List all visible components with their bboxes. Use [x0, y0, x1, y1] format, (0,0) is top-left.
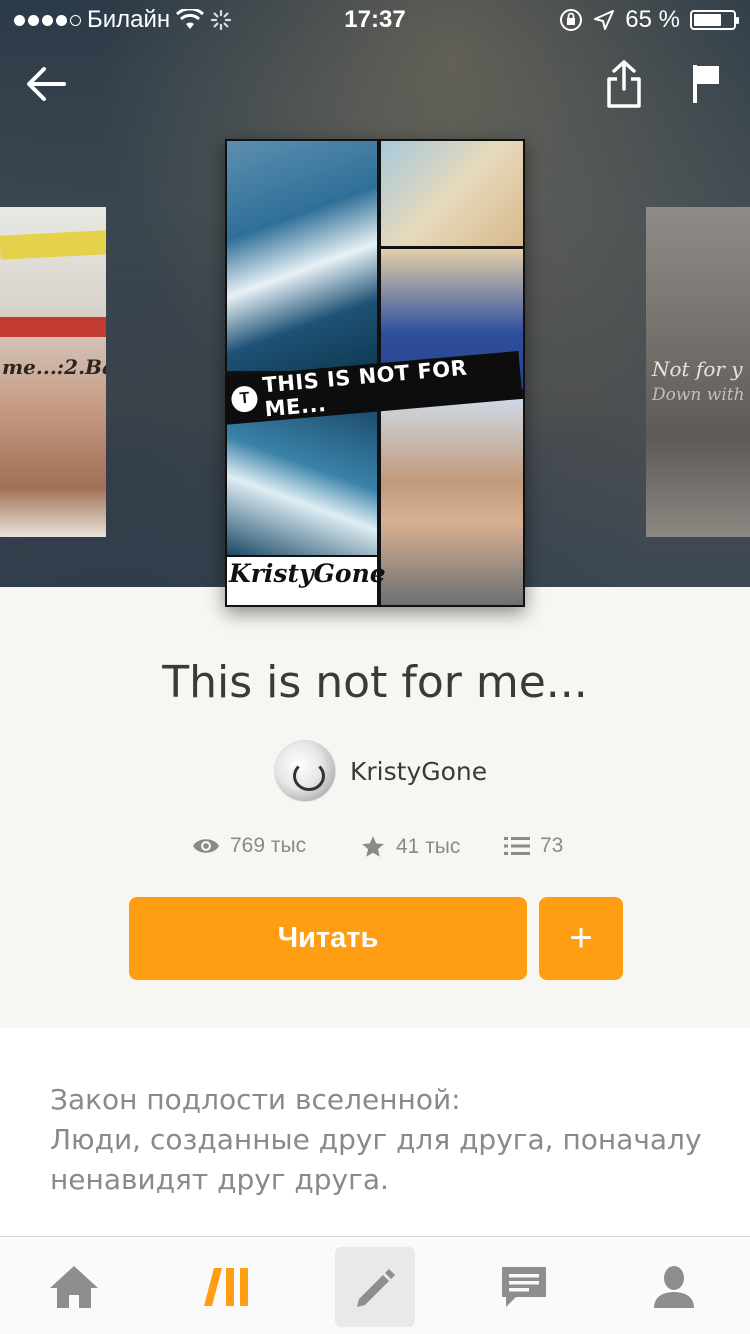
author-name[interactable]: KristyGone: [350, 757, 487, 786]
back-arrow-icon: [27, 67, 66, 101]
orientation-lock-icon: [560, 9, 583, 31]
avatar[interactable]: [274, 740, 336, 802]
eye-icon: [193, 839, 219, 853]
author-link[interactable]: KristyGone: [274, 740, 487, 802]
tab-messages[interactable]: [484, 1247, 564, 1327]
pencil-icon: [357, 1269, 395, 1307]
tab-bar: [0, 1236, 750, 1334]
views-count: 769 тыс: [230, 834, 307, 857]
chat-icon: [502, 1267, 546, 1307]
cover-image-panel: [227, 141, 377, 371]
back-button[interactable]: [22, 60, 70, 108]
description-card: Закон подлости вселенной: Люди, созданны…: [0, 1028, 750, 1236]
story-stats: 769 тыс 41 тыс 73: [0, 834, 750, 864]
cover-author-text: KristyGone: [229, 559, 386, 588]
location-arrow-icon: [594, 10, 615, 30]
tab-home[interactable]: [34, 1247, 114, 1327]
previous-story-cover[interactable]: me...:2.Baby: [0, 207, 106, 537]
person-icon: [654, 1266, 694, 1308]
previous-cover-title: me...:2.Baby: [2, 355, 106, 379]
story-description: Закон подлости вселенной: Люди, созданны…: [50, 1080, 710, 1200]
battery-percent: 65 %: [625, 6, 680, 33]
description-line: Люди, созданные друг для друга, поначалу…: [50, 1123, 702, 1196]
views-stat: 769 тыс: [192, 834, 306, 858]
cover-stripe: [0, 317, 106, 337]
heart-icon: T: [230, 384, 259, 414]
cover-image-panel: [381, 399, 523, 605]
tab-discover[interactable]: [186, 1247, 266, 1327]
share-icon: [607, 60, 641, 108]
list-icon: [504, 837, 530, 855]
add-to-library-button[interactable]: +: [539, 897, 623, 980]
parts-stat: 73: [504, 834, 563, 858]
story-cover[interactable]: KristyGone T THIS IS NOT FOR ME...: [225, 139, 525, 607]
description-line: Закон подлости вселенной:: [50, 1083, 461, 1116]
story-title: This is not for me...: [162, 657, 588, 708]
home-icon: [50, 1266, 98, 1308]
tab-write[interactable]: [335, 1247, 415, 1327]
votes-stat: 41 тыс: [360, 834, 460, 860]
cover-image-panel: [227, 411, 377, 555]
flag-icon: [693, 65, 719, 103]
share-button[interactable]: [600, 56, 648, 112]
cover-image-panel: [381, 141, 523, 246]
cover-stripe: [0, 230, 106, 260]
next-cover-subtitle: Down with: [652, 385, 745, 405]
tab-profile[interactable]: [634, 1247, 714, 1327]
next-story-cover[interactable]: Not for y Down with: [646, 207, 750, 537]
star-icon: [362, 836, 384, 857]
report-button[interactable]: [682, 58, 730, 110]
status-bar: Билайн 17:37 65 %: [0, 0, 750, 40]
parts-count: 73: [540, 834, 564, 857]
read-button[interactable]: Читать: [129, 897, 527, 980]
wattpad-logo-icon: [204, 1268, 248, 1306]
votes-count: 41 тыс: [396, 835, 461, 858]
next-cover-title: Not for y: [652, 357, 743, 381]
battery-icon: [690, 10, 739, 30]
